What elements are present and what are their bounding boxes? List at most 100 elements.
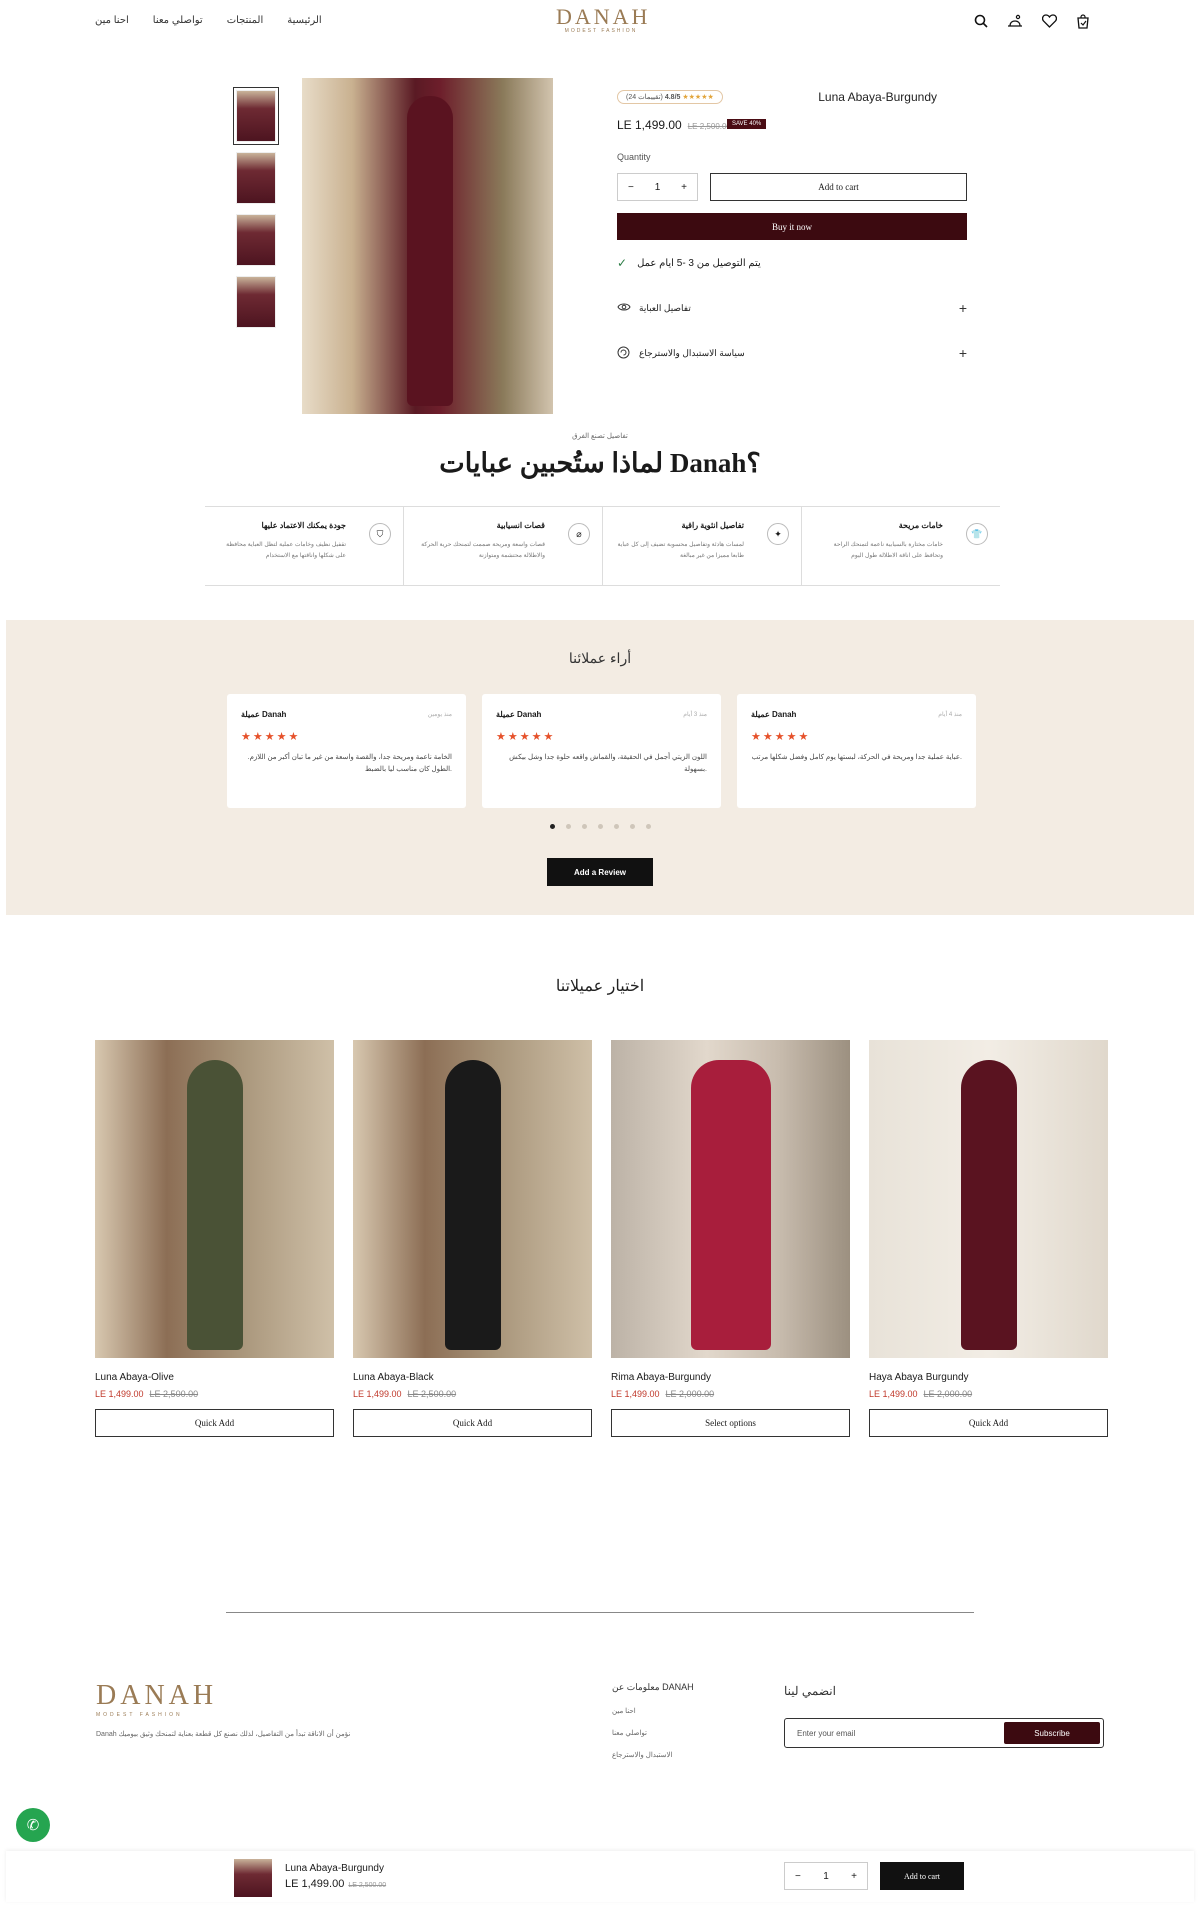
whatsapp-icon[interactable]: ✆ <box>16 1808 50 1842</box>
newsletter-title: انضمي لينا <box>784 1684 836 1698</box>
current-price: LE 1,499.00 <box>353 1389 402 1399</box>
product-figure <box>961 1060 1017 1350</box>
product-card[interactable]: Rima Abaya-Burgundy LE 1,499.00 LE 2,000.… <box>611 1040 850 1437</box>
nav-contact[interactable]: تواصلي معنا <box>153 15 203 26</box>
product-card-name[interactable]: Luna Abaya-Black <box>353 1372 592 1383</box>
add-review-button[interactable]: Add a Review <box>547 858 653 886</box>
product-card-image[interactable] <box>869 1040 1108 1358</box>
accordion-returns[interactable]: سياسة الاستبدال والاسترجاع + <box>617 345 967 361</box>
plus-icon[interactable]: + <box>959 300 967 316</box>
shirt-icon: 👕 <box>966 523 988 545</box>
carousel-dot[interactable] <box>597 824 603 829</box>
reviews-title: أراء عملائنا <box>568 650 632 666</box>
review-card: عميلة Danah منذ 3 أيام ★★★★★ اللون الزيت… <box>482 694 721 808</box>
footer-link-about[interactable]: احنا مين <box>612 1707 694 1715</box>
main-nav: الرئيسية المنتجات تواصلي معنا احنا مين <box>95 15 322 26</box>
footer-links-title: معلومات عن DANAH <box>612 1682 694 1692</box>
increase-button[interactable]: + <box>851 1871 857 1882</box>
site-logo[interactable]: DANAH MODEST FASHION <box>556 4 647 34</box>
sticky-product-thumb <box>234 1859 272 1897</box>
nav-home[interactable]: الرئيسية <box>287 15 321 26</box>
review-text: عباية عملية جدا ومريحة في الحركة، لبستها… <box>751 754 962 761</box>
product-card-image[interactable] <box>611 1040 850 1358</box>
select-options-button[interactable]: Select options <box>611 1409 850 1437</box>
current-price: LE 1,499.00 <box>869 1389 918 1399</box>
plus-icon[interactable]: + <box>959 345 967 361</box>
reviewer-name: عميلة Danah <box>241 710 287 719</box>
product-card[interactable]: Haya Abaya Burgundy LE 1,499.00 LE 2,000.… <box>869 1040 1108 1437</box>
why-eyebrow: تفاصيل تصنع الفرق <box>572 433 628 440</box>
header-actions <box>972 12 1092 30</box>
review-text: اللون الزيتي أجمل في الحقيقة، والقماش وا… <box>509 754 707 773</box>
tag-icon: ⌀ <box>568 523 590 545</box>
feature-item: ✦ تفاصيل انثوية راقية لمسات هادئة وتفاصي… <box>602 507 801 585</box>
thumbnail-image[interactable] <box>236 276 276 328</box>
increase-button[interactable]: + <box>681 182 687 193</box>
accordion-label: سياسة الاستبدال والاسترجاع <box>639 347 745 358</box>
product-main-image[interactable] <box>302 78 553 414</box>
thumbnail-list <box>233 87 279 328</box>
feature-desc: تقفيل نظيف وخامات عملية لتظل العباية محا… <box>226 542 346 559</box>
accordion-details[interactable]: تفاصيل العباية + <box>617 300 967 316</box>
buy-now-button[interactable]: Buy it now <box>617 213 967 240</box>
review-stars: ★★★★★ <box>751 731 811 743</box>
feature-title: قصات انسيابية <box>496 521 545 530</box>
decrease-button[interactable]: − <box>795 1871 801 1882</box>
feature-title: تفاصيل انثوية راقية <box>681 521 744 530</box>
carousel-dot[interactable] <box>613 824 619 829</box>
carousel-dot[interactable] <box>549 824 555 829</box>
why-title: لماذا ستُحبين عبايات Danah؟ <box>439 448 761 478</box>
footer-logo[interactable]: DANAH MODEST FASHION <box>96 1680 217 1718</box>
wishlist-icon[interactable] <box>1040 12 1058 30</box>
delivery-info: ✓ يتم التوصيل من 3 -5 ايام عمل <box>617 256 761 270</box>
rating-badge[interactable]: (24 تقييمات) 4.8/5 ★★★★★ <box>617 90 723 104</box>
quantity-value[interactable]: 1 <box>655 182 661 193</box>
logo-subtext: MODEST FASHION <box>564 28 638 34</box>
decrease-button[interactable]: − <box>628 182 634 193</box>
review-stars: ★★★★★ <box>241 731 301 743</box>
rating-stars: ★★★★★ <box>682 94 714 101</box>
account-icon[interactable] <box>1006 12 1024 30</box>
quick-add-button[interactable]: Quick Add <box>869 1409 1108 1437</box>
thumbnail-image[interactable] <box>233 87 279 145</box>
thumbnail-image[interactable] <box>236 152 276 204</box>
cart-icon[interactable] <box>1074 12 1092 30</box>
subscribe-button[interactable]: Subscribe <box>1004 1722 1100 1744</box>
add-to-cart-button[interactable]: Add to cart <box>710 173 967 201</box>
product-card-image[interactable] <box>353 1040 592 1358</box>
email-input[interactable]: Enter your email <box>797 1729 855 1738</box>
sticky-add-to-cart-button[interactable]: Add to cart <box>880 1862 964 1890</box>
thumbnail-image[interactable] <box>236 214 276 266</box>
nav-about[interactable]: احنا مين <box>95 15 129 26</box>
search-icon[interactable] <box>972 12 990 30</box>
product-card-image[interactable] <box>95 1040 334 1358</box>
carousel-dot[interactable] <box>581 824 587 829</box>
feature-desc: قصات واسعة ومريحة صممت لتمنحك حرية الحرك… <box>421 542 545 559</box>
nav-products[interactable]: المنتجات <box>227 15 264 26</box>
footer-link-returns[interactable]: الاستبدال والاسترجاع <box>612 1751 694 1759</box>
product-card[interactable]: Luna Abaya-Olive LE 1,499.00 LE 2,500.00 … <box>95 1040 334 1437</box>
sticky-product-price: LE 1,499.00 LE 2,500.00 <box>285 1878 386 1890</box>
carousel-dot[interactable] <box>629 824 635 829</box>
current-price: LE 1,499.00 <box>285 1878 345 1890</box>
footer-link-contact[interactable]: تواصلي معنا <box>612 1729 694 1737</box>
product-card-price: LE 1,499.00 LE 2,000.00 <box>611 1389 850 1399</box>
carousel-dot[interactable] <box>645 824 651 829</box>
footer-tagline: Danah نؤمن أن الاناقة تبدأ من التفاصيل، … <box>96 1731 351 1738</box>
product-card[interactable]: Luna Abaya-Black LE 1,499.00 LE 2,500.00 … <box>353 1040 592 1437</box>
accordion-label: تفاصيل العباية <box>639 302 691 313</box>
footer-logo-subtext: MODEST FASHION <box>96 1712 183 1718</box>
product-card-name[interactable]: Rima Abaya-Burgundy <box>611 1372 850 1383</box>
old-price: LE 2,000.00 <box>923 1389 973 1399</box>
sticky-add-to-cart-bar: Luna Abaya-Burgundy LE 1,499.00 LE 2,500.… <box>6 1851 1194 1902</box>
quick-add-button[interactable]: Quick Add <box>353 1409 592 1437</box>
quantity-value[interactable]: 1 <box>823 1871 829 1882</box>
product-card-name[interactable]: Luna Abaya-Olive <box>95 1372 334 1383</box>
product-card-name[interactable]: Haya Abaya Burgundy <box>869 1372 1108 1383</box>
newsletter-form: Enter your email Subscribe <box>784 1718 1104 1748</box>
current-price: LE 1,499.00 <box>95 1389 144 1399</box>
carousel-dot[interactable] <box>565 824 571 829</box>
picks-title: اختيار عميلاتنا <box>555 978 645 995</box>
quick-add-button[interactable]: Quick Add <box>95 1409 334 1437</box>
product-figure <box>407 96 453 406</box>
